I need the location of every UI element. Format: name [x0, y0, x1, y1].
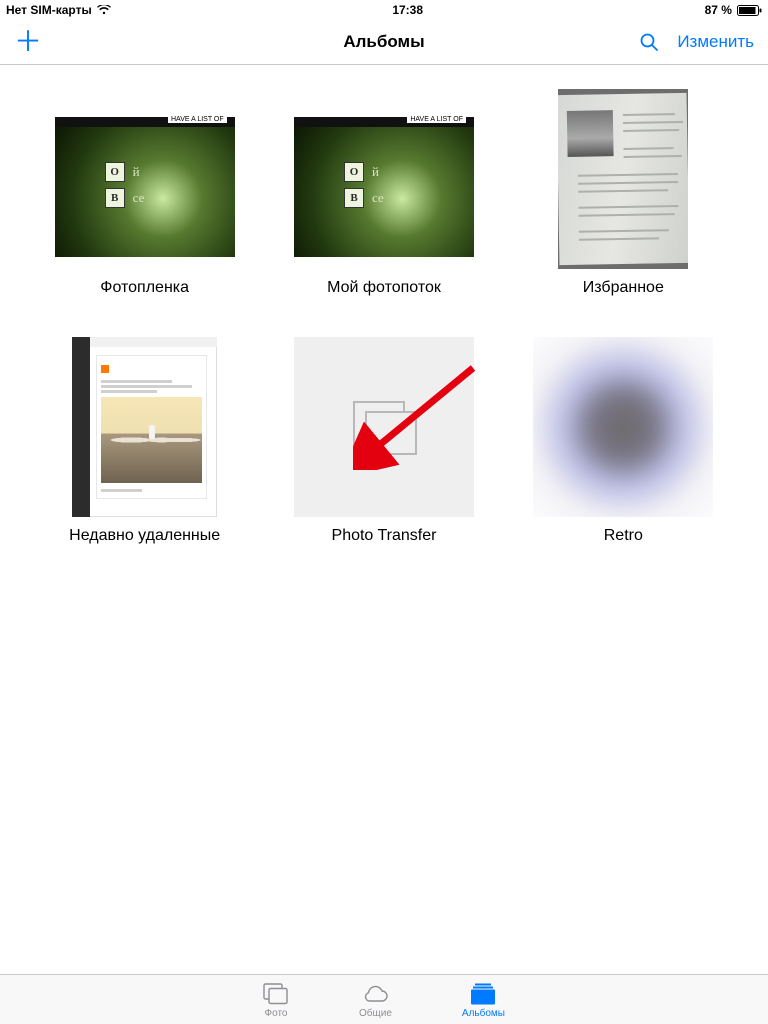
tab-label: Фото: [265, 1008, 288, 1019]
nav-left: ＋: [14, 28, 42, 56]
album-thumb: [294, 337, 474, 517]
status-left: Нет SIM-карты: [6, 3, 111, 17]
carrier-text: Нет SIM-карты: [6, 3, 92, 17]
stack-icon: [353, 401, 415, 453]
status-bar: Нет SIM-карты 17:38 87 %: [0, 0, 768, 20]
tile-plain: й: [372, 164, 379, 180]
tile: В: [344, 188, 364, 208]
strip-label: HAVE A LIST OF: [407, 116, 466, 123]
wifi-icon: [97, 5, 111, 15]
add-button[interactable]: ＋: [14, 28, 42, 56]
strip-label: HAVE A LIST OF: [168, 116, 227, 123]
album-label: Retro: [604, 527, 643, 545]
battery-icon: [737, 5, 762, 16]
album-recently-deleted[interactable]: Недавно удаленные: [40, 337, 249, 545]
nav-right: Изменить: [639, 32, 754, 52]
tile: О: [344, 162, 364, 182]
edit-button[interactable]: Изменить: [677, 32, 754, 52]
album-thumb: [533, 337, 713, 517]
album-favorites[interactable]: Избранное: [519, 89, 728, 297]
album-label: Избранное: [583, 279, 664, 297]
photos-icon: [263, 981, 289, 1007]
tab-label: Альбомы: [462, 1008, 505, 1019]
album-thumb: HAVE A LIST OF Ой Все: [55, 89, 235, 269]
album-photo-transfer[interactable]: Photo Transfer: [279, 337, 488, 545]
album-label: Недавно удаленные: [69, 527, 220, 545]
status-right: 87 %: [705, 3, 762, 17]
album-thumb: HAVE A LIST OF Ой Все: [294, 89, 474, 269]
tab-shared[interactable]: Общие: [359, 981, 392, 1019]
album-label: Мой фотопоток: [327, 279, 441, 297]
nav-bar: ＋ Альбомы Изменить: [0, 20, 768, 65]
tab-bar: Фото Общие Альбомы: [0, 974, 768, 1024]
album-thumb: [55, 337, 235, 517]
tile: О: [105, 162, 125, 182]
album-label: Photo Transfer: [332, 527, 437, 545]
tile-plain: й: [133, 164, 140, 180]
tile: В: [105, 188, 125, 208]
albums-icon: [470, 981, 496, 1007]
tile-plain: се: [372, 190, 384, 206]
tab-albums[interactable]: Альбомы: [462, 981, 505, 1019]
tab-photos[interactable]: Фото: [263, 981, 289, 1019]
album-retro[interactable]: Retro: [519, 337, 728, 545]
clock: 17:38: [392, 3, 423, 17]
tab-label: Общие: [359, 1008, 392, 1019]
battery-percent: 87 %: [705, 3, 732, 17]
album-camera-roll[interactable]: HAVE A LIST OF Ой Все Фотопленка: [40, 89, 249, 297]
search-icon[interactable]: [639, 32, 659, 52]
albums-grid: HAVE A LIST OF Ой Все Фотопленка HAVE A …: [0, 65, 768, 569]
tile-plain: се: [133, 190, 145, 206]
cloud-icon: [360, 981, 390, 1007]
album-thumb: [558, 89, 688, 269]
album-photostream[interactable]: HAVE A LIST OF Ой Все Мой фотопоток: [279, 89, 488, 297]
album-label: Фотопленка: [100, 279, 189, 297]
